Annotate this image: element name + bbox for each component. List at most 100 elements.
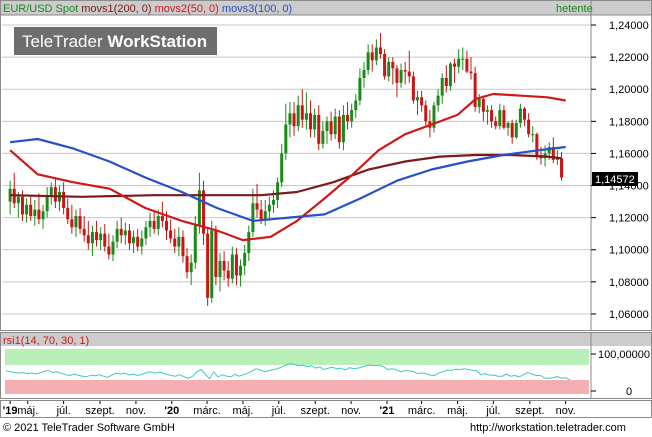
rsi-pane-header <box>1 333 591 346</box>
price-tick-label: 1,10000 <box>609 245 649 257</box>
rsi-oversold-band <box>5 380 589 394</box>
footer-url[interactable]: http://workstation.teletrader.com <box>470 422 626 434</box>
candle-body <box>494 121 498 127</box>
candle-body <box>169 230 173 239</box>
candle-body <box>420 97 424 106</box>
candle-body <box>173 238 177 247</box>
price-tick-label: 1,18000 <box>609 116 649 128</box>
candle-body <box>144 227 148 239</box>
rsi-axis-header <box>591 333 651 346</box>
time-tick-label: szept. <box>301 405 330 417</box>
candle-body <box>309 113 313 130</box>
time-tick-label: nov. <box>341 405 361 417</box>
candle-body <box>284 124 288 154</box>
candle-body <box>206 233 210 298</box>
candle-body <box>485 110 489 112</box>
candle-body <box>45 195 49 212</box>
candle-body <box>374 47 378 61</box>
candle-body <box>78 216 82 229</box>
candle-body <box>518 108 522 123</box>
candle-body <box>259 209 263 220</box>
candle-body <box>16 196 20 204</box>
candle-body <box>473 73 477 107</box>
candle-body <box>86 235 90 244</box>
candle-body <box>41 211 45 220</box>
price-tick-label: 1,12000 <box>609 213 649 225</box>
time-tick-label: szept. <box>85 405 114 417</box>
candle-body <box>366 52 370 70</box>
candle-body <box>271 199 275 205</box>
candle-body <box>234 254 238 276</box>
rsi-label: rsi1(14, 70, 30, 1) <box>3 335 89 347</box>
candle-body <box>37 209 41 220</box>
time-tick-label: máj. <box>447 405 468 417</box>
candle-body <box>317 114 321 144</box>
candle-body <box>313 114 317 130</box>
rsi-overbought-band <box>5 349 589 365</box>
candle-body <box>325 121 329 131</box>
candle-body <box>222 260 226 271</box>
candle-body <box>337 116 341 143</box>
candle-body <box>560 158 564 178</box>
last-price-tag: 1,14572 <box>592 172 638 186</box>
candle-body <box>280 153 284 183</box>
candle-body <box>156 216 160 229</box>
candle-body <box>296 105 300 127</box>
time-tick-label: nov. <box>126 405 146 417</box>
candle-body <box>346 114 350 122</box>
rsi-tick-label-0: 0 <box>626 386 632 398</box>
time-tick-label: máj. <box>17 405 38 417</box>
price-axis-header <box>591 1 651 15</box>
candle-body <box>465 58 469 72</box>
candle-body <box>440 77 444 96</box>
time-tick-label: júl. <box>56 405 71 417</box>
candle-body <box>53 187 57 202</box>
candle-body <box>333 116 337 135</box>
candle-body <box>395 68 399 83</box>
timeframe-label[interactable]: hetente <box>556 3 593 15</box>
candle-body <box>424 105 428 122</box>
candle-body <box>399 69 403 83</box>
candle-body <box>49 187 53 196</box>
candle-body <box>416 97 420 101</box>
candle-body <box>535 134 539 156</box>
candle-body <box>292 113 296 127</box>
candle-body <box>387 61 391 77</box>
candle-body <box>498 110 502 127</box>
price-tick-label: 1,06000 <box>609 309 649 321</box>
candle-body <box>132 236 136 244</box>
candle-body <box>177 236 181 247</box>
candle-body <box>218 260 222 278</box>
price-tick-label: 1,22000 <box>609 52 649 64</box>
legend-instrument: EUR/USD Spot <box>3 3 78 15</box>
candle-body <box>300 105 304 120</box>
candle-body <box>193 225 197 263</box>
candle-body <box>95 232 99 241</box>
time-tick-label: júl. <box>485 405 500 417</box>
candle-body <box>239 265 243 276</box>
candle-body <box>29 204 33 217</box>
candle-body <box>107 246 111 255</box>
candle-body <box>127 230 131 244</box>
candle-body <box>20 196 24 215</box>
candle-body <box>457 58 461 67</box>
candle-body <box>461 58 465 60</box>
candle-body <box>247 232 251 253</box>
candle-body <box>502 110 506 128</box>
copyright: © 2021 TeleTrader Software GmbH <box>3 422 175 434</box>
candle-body <box>267 204 271 212</box>
watermark-part1: TeleTrader <box>22 32 107 51</box>
time-tick-label: márc. <box>193 405 221 417</box>
candle-body <box>243 252 247 266</box>
candle-body <box>321 130 325 144</box>
candle-body <box>378 47 382 54</box>
price-tick-label: 1,16000 <box>609 148 649 160</box>
candle-body <box>148 220 152 228</box>
candle-body <box>103 233 107 247</box>
candle-body <box>329 121 333 135</box>
candle-body <box>164 220 168 231</box>
candle-body <box>453 63 457 67</box>
legend-ma1: movs1(200, 0) <box>81 3 151 15</box>
legend-ma3: movs3(100, 0) <box>222 3 292 15</box>
candle-body <box>119 228 123 236</box>
